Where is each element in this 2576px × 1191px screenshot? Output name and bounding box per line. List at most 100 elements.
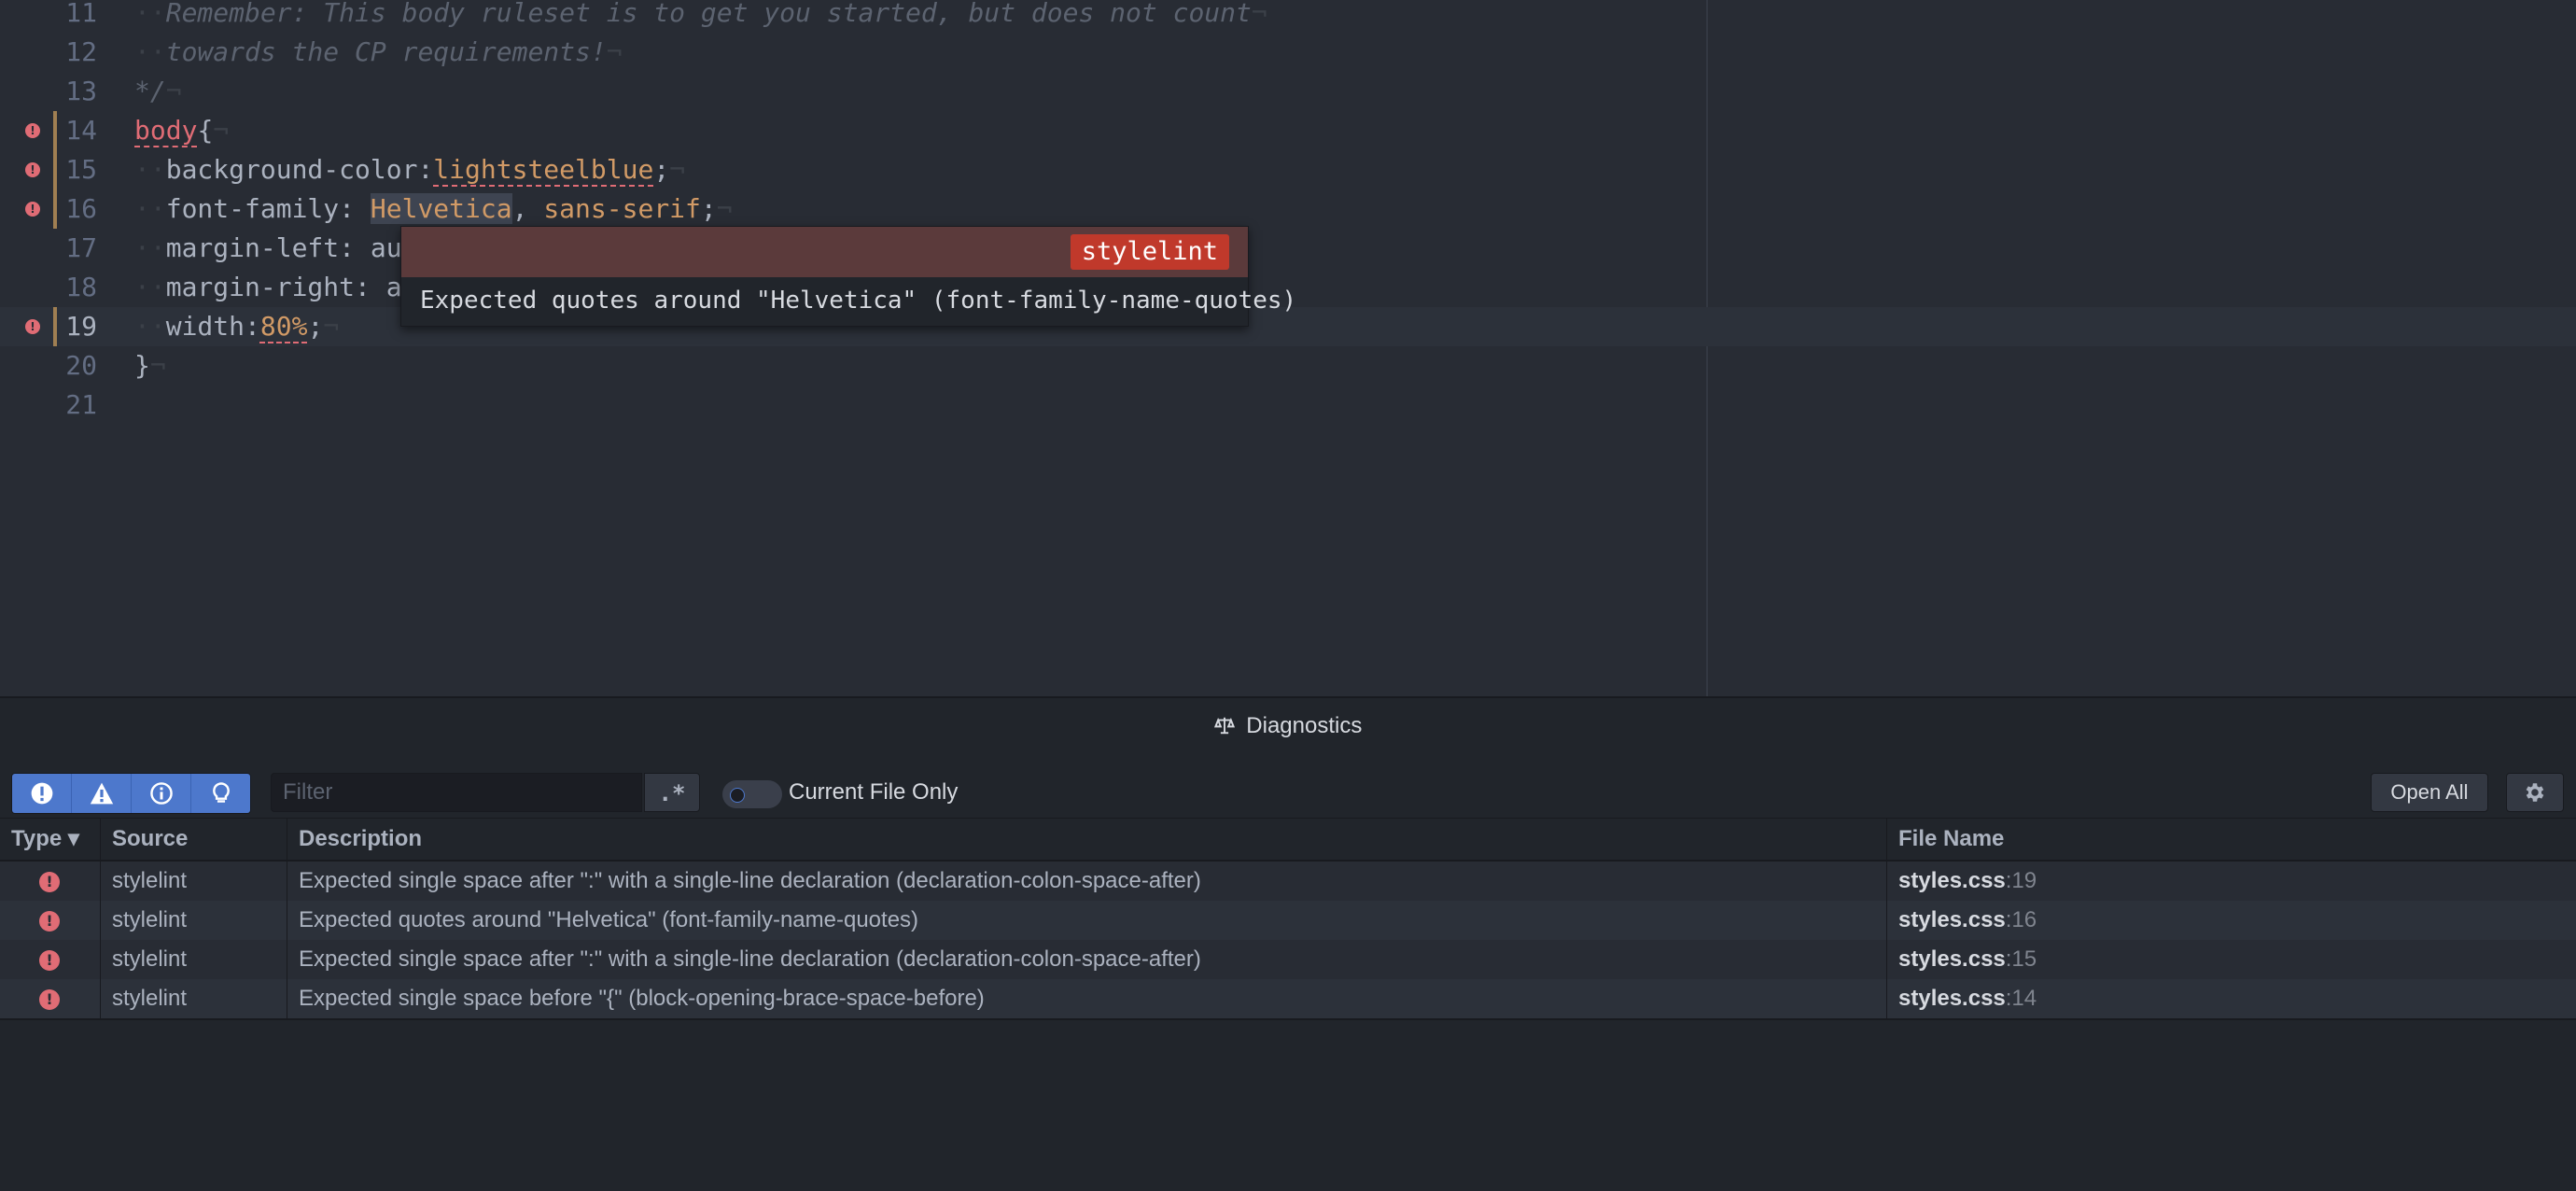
cell-type: ! <box>0 862 101 901</box>
cell-type: ! <box>0 901 101 940</box>
line-code[interactable]: ··towards the CP requirements!¬ <box>134 33 623 72</box>
code-token: margin-right: a <box>165 272 402 302</box>
git-modified-marker <box>53 307 57 346</box>
file-line-number: :14 <box>2005 986 2037 1011</box>
info-icon <box>149 782 173 805</box>
code-token: ; <box>653 154 670 185</box>
code-token: background-color: <box>165 154 434 185</box>
line-code[interactable]: */¬ <box>134 72 182 111</box>
line-number[interactable]: 15 <box>0 150 97 189</box>
line-code[interactable]: ··Remember: This body ruleset is to get … <box>134 0 1267 33</box>
cell-file-name[interactable]: styles.css:16 <box>1887 901 2576 940</box>
line-code[interactable]: }¬ <box>134 346 166 385</box>
code-token: ; <box>700 193 717 224</box>
code-token: ·· <box>134 154 166 185</box>
column-header-description[interactable]: Description <box>287 819 1887 860</box>
column-header-type[interactable]: Type ▾ <box>0 819 101 860</box>
line-code[interactable]: body{¬ <box>134 111 229 150</box>
code-token: ¬ <box>213 115 230 146</box>
editor-line[interactable]: 15! ··background-color:lightsteelblue;¬ <box>0 150 2576 189</box>
line-number[interactable]: 18 <box>0 268 97 307</box>
line-number[interactable]: 16 <box>0 189 97 229</box>
code-token: ·· <box>134 36 166 67</box>
git-modified-marker <box>53 150 57 189</box>
code-editor[interactable]: 11 ··Remember: This body ruleset is to ge… <box>0 0 2576 696</box>
code-token: , <box>511 193 544 224</box>
table-bottom-border <box>0 1018 2576 1020</box>
cell-description: Expected single space after ":" with a s… <box>287 862 1887 901</box>
code-token: Helvetica <box>370 193 512 224</box>
cell-file-name[interactable]: styles.css:19 <box>1887 862 2576 901</box>
cell-file-name[interactable]: styles.css:14 <box>1887 979 2576 1018</box>
line-number[interactable]: 21 <box>0 385 97 425</box>
code-token: ¬ <box>606 36 623 67</box>
file-name-link[interactable]: styles.css <box>1898 907 2006 932</box>
editor-line[interactable]: 14! body{¬ <box>0 111 2576 150</box>
code-token: ·· <box>134 193 166 224</box>
cell-description: Expected single space after ":" with a s… <box>287 940 1887 979</box>
error-marker-icon[interactable]: ! <box>25 202 40 217</box>
line-number[interactable]: 14 <box>0 111 97 150</box>
editor-line[interactable]: 16! ··font-family: Helvetica, sans-serif;… <box>0 189 2576 229</box>
line-number[interactable]: 11 <box>0 0 97 33</box>
gear-icon <box>2526 783 2544 802</box>
error-marker-icon[interactable]: ! <box>25 162 40 177</box>
line-code[interactable]: ··width:80%;¬ <box>134 307 339 346</box>
linter-source-badge[interactable]: stylelint <box>1070 234 1229 270</box>
column-header-file-name[interactable]: File Name <box>1887 819 2576 860</box>
editor-line[interactable]: 17 ··margin-left: au <box>0 229 2576 268</box>
editor-line[interactable]: 13 */¬ <box>0 72 2576 111</box>
cell-type: ! <box>0 940 101 979</box>
code-token: ¬ <box>669 154 686 185</box>
editor-line[interactable]: 12 ··towards the CP requirements!¬ <box>0 33 2576 72</box>
code-token: margin-left: au <box>165 232 402 263</box>
open-all-button[interactable]: Open All <box>2371 773 2488 812</box>
cell-source: stylelint <box>101 901 287 940</box>
line-number[interactable]: 13 <box>0 72 97 111</box>
editor-line[interactable]: 20 }¬ <box>0 346 2576 385</box>
file-line-number: :16 <box>2005 907 2037 932</box>
table-row[interactable]: ! stylelint Expected single space before "… <box>0 979 2576 1018</box>
hint-icon <box>212 782 230 803</box>
filter-errors-button[interactable] <box>12 774 72 813</box>
line-code[interactable]: ··font-family: Helvetica, sans-serif;¬ <box>134 189 733 229</box>
filter-warnings-button[interactable] <box>72 774 132 813</box>
file-name-link[interactable]: styles.css <box>1898 946 2006 972</box>
current-file-only-label[interactable]: Current File Only <box>789 773 958 812</box>
git-modified-marker <box>53 189 57 229</box>
code-token: ·· <box>134 232 166 263</box>
error-marker-icon[interactable]: ! <box>25 123 40 138</box>
editor-line[interactable]: 21 <box>0 385 2576 425</box>
column-header-source[interactable]: Source <box>101 819 287 860</box>
cell-source: stylelint <box>101 979 287 1018</box>
cell-description: Expected single space before "{" (block-… <box>287 979 1887 1018</box>
line-number[interactable]: 20 <box>0 346 97 385</box>
file-name-link[interactable]: styles.css <box>1898 986 2006 1011</box>
type-filter-group <box>11 773 251 814</box>
table-row[interactable]: ! stylelint Expected quotes around "Helvet… <box>0 901 2576 940</box>
cell-file-name[interactable]: styles.css:15 <box>1887 940 2576 979</box>
code-token: ; <box>307 311 324 342</box>
settings-button[interactable] <box>2506 773 2564 812</box>
table-row[interactable]: ! stylelint Expected single space after ":… <box>0 940 2576 979</box>
tooltip-message: Expected quotes around "Helvetica" (font… <box>420 287 1297 315</box>
editor-line[interactable]: 11 ··Remember: This body ruleset is to ge… <box>0 0 2576 33</box>
filter-input[interactable] <box>271 773 642 812</box>
line-code[interactable]: ··margin-left: au <box>134 229 402 268</box>
line-code[interactable]: ··margin-right: a <box>134 268 402 307</box>
line-number[interactable]: 17 <box>0 229 97 268</box>
regex-toggle-button[interactable]: .* <box>644 773 700 812</box>
file-name-link[interactable]: styles.css <box>1898 868 2006 893</box>
error-marker-icon[interactable]: ! <box>25 319 40 334</box>
line-number[interactable]: 12 <box>0 33 97 72</box>
filter-hints-button[interactable] <box>191 774 250 813</box>
line-code[interactable]: ··background-color:lightsteelblue;¬ <box>134 150 685 189</box>
table-header: Type ▾ Source Description File Name <box>0 818 2576 862</box>
filter-info-button[interactable] <box>132 774 191 813</box>
code-token: font-family: <box>165 193 371 224</box>
table-row[interactable]: ! stylelint Expected single space after ":… <box>0 862 2576 901</box>
current-file-only-toggle[interactable] <box>722 780 782 808</box>
cell-source: stylelint <box>101 862 287 901</box>
line-number[interactable]: 19 <box>0 307 97 346</box>
error-icon: ! <box>39 950 60 971</box>
